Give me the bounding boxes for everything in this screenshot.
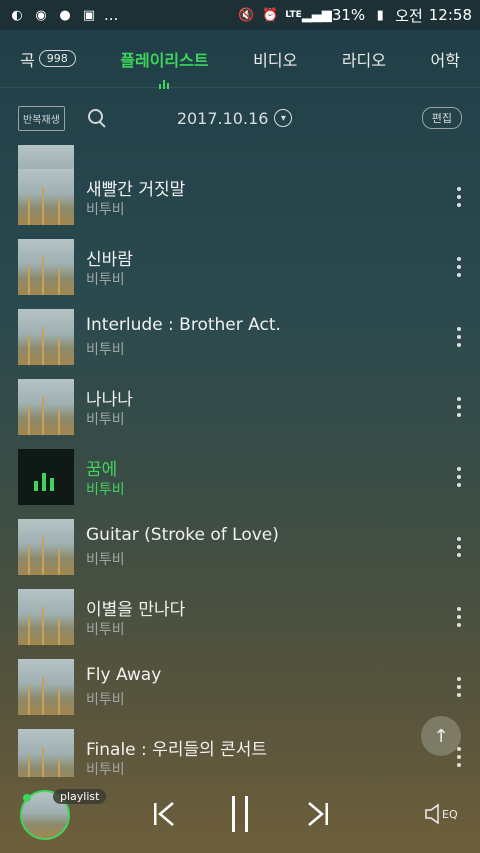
mini-player: playlist EQ <box>0 776 480 853</box>
track-row-playing[interactable]: 꿈에 비투비 <box>0 449 480 519</box>
more-options-icon[interactable] <box>456 747 462 767</box>
album-art <box>18 449 74 505</box>
tab-bar: 곡 998 플레이리스트 비디오 라디오 어학 <box>0 30 480 89</box>
more-notifications: ... <box>104 6 119 24</box>
network-type: LTE <box>285 10 302 20</box>
status-right-icons: 🔇 ⏰ LTE ▂▄▆ 31% ▮ 오전 12:58 <box>237 5 472 26</box>
next-button[interactable] <box>300 796 336 832</box>
track-artist: 비투비 <box>86 692 125 708</box>
alarm-icon: ⏰ <box>262 7 279 23</box>
tab-language-label: 어학 <box>430 50 460 70</box>
track-title: Finale : 우리들의 콘서트 <box>86 740 268 760</box>
track-title: 신바람 <box>86 250 133 270</box>
track-row[interactable]: 이별을 만나다 비투비 <box>0 589 480 659</box>
eq-button[interactable]: EQ <box>424 803 458 825</box>
weather-icon: ◐ <box>11 7 23 23</box>
track-title: Fly Away <box>86 665 162 685</box>
tab-radio[interactable]: 라디오 <box>342 47 386 71</box>
more-options-icon[interactable] <box>456 327 462 347</box>
pause-button[interactable] <box>223 796 259 832</box>
track-artist: 비투비 <box>86 412 125 428</box>
status-time: 12:58 <box>428 6 472 24</box>
more-options-icon[interactable] <box>456 537 462 557</box>
track-artist: 비투비 <box>86 202 125 218</box>
pause-icon <box>232 796 248 832</box>
eq-label: EQ <box>442 807 458 821</box>
track-title: Interlude : Brother Act. <box>86 315 281 335</box>
album-art <box>18 239 74 295</box>
tab-songs-label: 곡 <box>20 50 35 70</box>
track-row[interactable]: Finale : 우리들의 콘서트 비투비 <box>0 729 480 777</box>
previous-button[interactable] <box>146 796 182 832</box>
tab-playlist[interactable]: 플레이리스트 <box>120 47 209 89</box>
scroll-to-top-button[interactable]: ↑ <box>421 716 461 756</box>
mute-icon: 🔇 <box>238 7 255 23</box>
track-artist: 비투비 <box>86 482 125 498</box>
album-art <box>18 519 74 575</box>
track-artist: 비투비 <box>86 342 125 358</box>
battery-percent: 31% <box>331 6 366 24</box>
now-playing-icon <box>34 473 54 491</box>
track-title: 이별을 만나다 <box>86 600 186 620</box>
next-icon <box>308 802 328 826</box>
track-row[interactable]: 새빨간 거짓말 비투비 <box>0 169 480 239</box>
arrow-up-icon: ↑ <box>433 725 449 747</box>
status-left-icons: ◐ ◉ ● ▣ ... <box>8 6 118 24</box>
track-row[interactable]: Interlude : Brother Act. 비투비 <box>0 309 480 379</box>
previous-icon <box>154 802 174 826</box>
status-ampm: 오전 <box>395 6 423 25</box>
more-options-icon[interactable] <box>456 257 462 277</box>
more-options-icon[interactable] <box>456 187 462 207</box>
equalizer-indicator-icon <box>159 79 170 89</box>
song-count-badge: 998 <box>38 50 76 67</box>
track-row[interactable]: Fly Away 비투비 <box>0 659 480 729</box>
track-title: Guitar (Stroke of Love) <box>86 525 279 545</box>
album-art <box>18 169 74 225</box>
track-artist: 비투비 <box>86 622 125 638</box>
search-icon[interactable] <box>87 108 107 128</box>
more-options-icon[interactable] <box>456 607 462 627</box>
status-dot-icon <box>23 794 31 802</box>
more-options-icon[interactable] <box>456 467 462 487</box>
tab-playlist-label: 플레이리스트 <box>120 50 209 70</box>
battery-icon: ▮ <box>376 7 384 23</box>
playlist-label[interactable]: playlist <box>53 789 107 804</box>
track-row[interactable]: 신바람 비투비 <box>0 239 480 309</box>
status-bar: ◐ ◉ ● ▣ ... 🔇 ⏰ LTE ▂▄▆ 31% ▮ 오전 12:58 <box>0 0 480 30</box>
track-artist: 비투비 <box>86 762 125 777</box>
track-artist: 비투비 <box>86 552 125 568</box>
date-label: 2017.10.16 <box>176 108 269 128</box>
album-art <box>18 309 74 365</box>
tab-video[interactable]: 비디오 <box>253 47 297 71</box>
album-art <box>18 379 74 435</box>
track-title: 나나나 <box>86 390 133 410</box>
melon-icon: ◉ <box>35 7 47 23</box>
more-options-icon[interactable] <box>456 397 462 417</box>
tab-video-label: 비디오 <box>253 50 298 70</box>
track-title: 꿈에 <box>86 460 118 480</box>
signal-icon: ▂▄▆ <box>301 7 332 23</box>
repeat-button[interactable]: 반복재생 <box>18 105 65 131</box>
track-artist: 비투비 <box>86 272 125 288</box>
album-art <box>18 589 74 645</box>
track-row[interactable]: Guitar (Stroke of Love) 비투비 <box>0 519 480 589</box>
date-selector[interactable]: 2017.10.16 ▾ <box>177 109 293 128</box>
album-art <box>18 729 74 777</box>
gallery-icon: ▣ <box>82 7 96 23</box>
playlist-toolbar: 반복재생 2017.10.16 ▾ 편집 <box>0 96 480 140</box>
tab-language[interactable]: 어학 <box>431 47 460 71</box>
album-art <box>18 659 74 715</box>
tab-songs[interactable]: 곡 998 <box>20 47 76 71</box>
chevron-down-icon: ▾ <box>274 109 293 127</box>
track-list[interactable]: 새빨간 거짓말 비투비 신바람 비투비 Interlude : Brother … <box>0 145 480 777</box>
track-row[interactable]: 나나나 비투비 <box>0 379 480 449</box>
edit-button[interactable]: 편집 <box>421 107 462 129</box>
speaker-icon <box>425 803 439 825</box>
talk-icon: ● <box>59 7 71 23</box>
track-title: 새빨간 거짓말 <box>86 180 186 200</box>
more-options-icon[interactable] <box>456 677 462 697</box>
tab-radio-label: 라디오 <box>341 50 386 70</box>
